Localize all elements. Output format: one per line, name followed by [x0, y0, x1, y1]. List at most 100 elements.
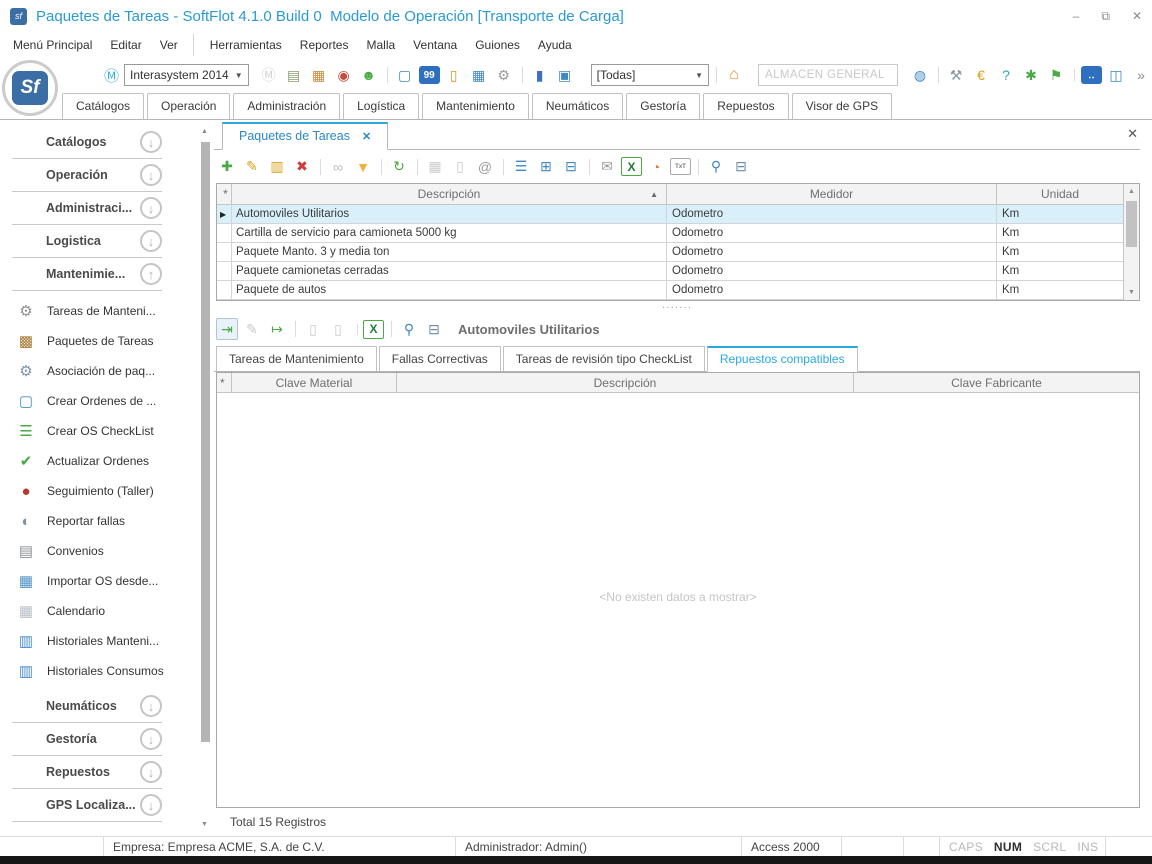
catalog-book-icon[interactable]: ▮ [529, 64, 551, 86]
table-row[interactable]: ▶ Automoviles Utilitarios Odometro Km [217, 205, 1123, 224]
unassign-item-icon[interactable]: ↦ [266, 318, 288, 340]
grid-header-descripcion[interactable]: Descripción ▲ [232, 184, 667, 204]
sidebar-section-operacion[interactable]: Operación ↓ [12, 159, 162, 192]
filter-funnel-icon[interactable]: ▼ [352, 156, 374, 178]
help-icon[interactable]: ? [995, 64, 1017, 86]
edit-assignment-icon[interactable]: ✎ [241, 318, 263, 340]
menu-malla[interactable]: Malla [357, 34, 404, 56]
assign-item-icon[interactable]: ⇥ [216, 318, 238, 340]
ribbon-tab-repuestos[interactable]: Repuestos [703, 93, 788, 119]
unit-archive-icon[interactable]: ▤ [283, 64, 305, 86]
sidebar-item-historiales-mantenimiento[interactable]: ▥ Historiales Manteni... [16, 626, 196, 656]
sidebar-item-crear-ordenes[interactable]: ▢ Crear Ordenes de ... [16, 386, 196, 416]
collapse-nodes-icon[interactable]: ⊟ [560, 156, 582, 178]
scroll-down-icon[interactable]: ▼ [1128, 289, 1135, 296]
grid-header-medidor[interactable]: Medidor [667, 184, 997, 204]
table-row[interactable]: Paquete camionetas cerradas Odometro Km [217, 262, 1123, 281]
edit-record-icon[interactable]: ✎ [241, 156, 263, 178]
sidebar-section-logistica[interactable]: Logistica ↓ [12, 225, 162, 258]
delete-record-icon[interactable]: ✖ [291, 156, 313, 178]
overflow-chevron-icon[interactable]: » [1130, 64, 1152, 86]
tab-close-icon[interactable]: ✕ [362, 130, 371, 143]
table-row[interactable]: Paquete Manto. 3 y media ton Odometro Km [217, 243, 1123, 262]
sidebar-item-tareas-mantenimiento[interactable]: ⚙ Tareas de Manteni... [16, 296, 196, 326]
menu-guiones[interactable]: Guiones [466, 34, 529, 56]
table-row[interactable]: Paquete de autos Odometro Km [217, 281, 1123, 300]
ribbon-tab-logistica[interactable]: Logística [343, 93, 419, 119]
close-button[interactable]: ✕ [1132, 9, 1142, 23]
print-icon[interactable]: ⊟ [423, 318, 445, 340]
document-tab-paquetes-de-tareas[interactable]: Paquetes de Tareas ✕ [222, 122, 388, 150]
ribbon-tab-gestoria[interactable]: Gestoría [626, 93, 700, 119]
sidebar-section-catalogos[interactable]: Catálogos ↓ [12, 126, 162, 159]
minimize-button[interactable]: – [1073, 9, 1080, 23]
exit-door-icon[interactable]: ◫ [1105, 64, 1127, 86]
web-globe-icon[interactable]: ◍ [909, 64, 931, 86]
menu-reportes[interactable]: Reportes [291, 34, 358, 56]
bug-icon[interactable]: ✱ [1020, 64, 1042, 86]
ribbon-tab-administracion[interactable]: Administración [233, 93, 340, 119]
find-binoculars-icon[interactable]: ∞ [327, 156, 349, 178]
image-icon[interactable]: ▦ [424, 156, 446, 178]
excel-export-icon[interactable]: X [621, 157, 642, 176]
refresh-icon[interactable]: ↻ [388, 156, 410, 178]
checklist-clipboard-icon[interactable]: ▯ [443, 64, 465, 86]
operators-group-icon[interactable]: ☻ [358, 64, 380, 86]
scroll-down-icon[interactable]: ▼ [201, 821, 208, 828]
flag-icon[interactable]: ⚑ [1045, 64, 1067, 86]
sidebar-section-gestoria[interactable]: Gestoría ↓ [12, 723, 162, 756]
sidebar-item-reportar-fallas[interactable]: ◐ Reportar fallas [16, 506, 196, 536]
sidebar-item-crear-os-checklist[interactable]: ☰ Crear OS CheckList [16, 416, 196, 446]
sidebar-section-gps-localizacion[interactable]: GPS Localiza... ↓ [12, 789, 162, 822]
detail-tab-repuestos-compatibles[interactable]: Repuestos compatibles [707, 346, 858, 372]
add-record-icon[interactable]: ✚ [216, 156, 238, 178]
warehouse-input[interactable] [758, 64, 898, 86]
settings-gear-icon[interactable]: ⚙ [493, 64, 515, 86]
email-icon[interactable]: ✉ [596, 156, 618, 178]
ribbon-tab-operacion[interactable]: Operación [147, 93, 230, 119]
print-preview-icon[interactable]: ⚲ [398, 318, 420, 340]
paste-icon[interactable]: ▯ [302, 318, 324, 340]
gallery-icon[interactable]: ▦ [308, 64, 330, 86]
sidebar-item-calendario[interactable]: ▦ Calendario [16, 596, 196, 626]
ribbon-tab-visor-gps[interactable]: Visor de GPS [792, 93, 892, 119]
dashboard-gauge-icon[interactable]: ◉ [333, 64, 355, 86]
sidebar-section-mantenimiento[interactable]: Mantenimie... ↑ [12, 258, 162, 291]
detail-tab-tareas-mantenimiento[interactable]: Tareas de Mantenimiento [216, 346, 377, 372]
excel-export-icon[interactable]: X [363, 320, 384, 339]
menu-ver[interactable]: Ver [151, 34, 194, 56]
currency-coin-icon[interactable]: € [970, 64, 992, 86]
txt-export-icon[interactable]: TxT [670, 158, 691, 175]
sidebar-section-neumaticos[interactable]: Neumáticos ↓ [12, 690, 162, 723]
tools-wrench-icon[interactable]: ⚒ [945, 64, 967, 86]
sidebar-item-importar-os[interactable]: ▦ Importar OS desde... [16, 566, 196, 596]
ribbon-tab-mantenimiento[interactable]: Mantenimiento [422, 93, 529, 119]
scope-dropdown[interactable]: [Todas] ▼ [591, 64, 709, 86]
home-icon[interactable]: ⌂ [723, 64, 745, 86]
new-service-order-icon[interactable]: ▢ [394, 64, 416, 86]
grid-scrollbar[interactable]: ▲ ▼ [1123, 184, 1139, 300]
attachment-clip-icon[interactable]: @ [474, 156, 496, 178]
scroll-up-icon[interactable]: ▲ [1128, 188, 1135, 195]
sidebar-item-seguimiento-taller[interactable]: ● Seguimiento (Taller) [16, 476, 196, 506]
print-preview-icon[interactable]: ⚲ [705, 156, 727, 178]
grid-module-icon[interactable]: ▦ [468, 64, 490, 86]
cascade-windows-icon[interactable]: ▣ [554, 64, 576, 86]
detail-grid-header-descripcion[interactable]: Descripción [397, 373, 854, 392]
ribbon-tab-neumaticos[interactable]: Neumáticos [532, 93, 623, 119]
menu-ayuda[interactable]: Ayuda [529, 34, 581, 56]
menu-menu-principal[interactable]: Menú Principal [4, 34, 101, 56]
scroll-thumb[interactable] [201, 142, 210, 742]
profile-dropdown[interactable]: Interasystem 2014 ▼ [124, 64, 249, 86]
number-99-icon[interactable]: 99 [419, 66, 440, 84]
menu-ventana[interactable]: Ventana [404, 34, 466, 56]
menu-herramientas[interactable]: Herramientas [201, 34, 291, 56]
detail-grid-header-clave-fabricante[interactable]: Clave Fabricante [854, 373, 1139, 392]
save-database-icon[interactable]: ▥ [266, 156, 288, 178]
menu-editar[interactable]: Editar [101, 34, 150, 56]
detail-grid-header-clave-material[interactable]: Clave Material [232, 373, 397, 392]
panel-close-icon[interactable]: ✕ [1127, 126, 1138, 142]
grid-header-unidad[interactable]: Unidad [997, 184, 1123, 204]
ribbon-tab-catalogos[interactable]: Catálogos [62, 93, 144, 119]
m-menu-icon[interactable]: Ⓜ [104, 65, 119, 85]
